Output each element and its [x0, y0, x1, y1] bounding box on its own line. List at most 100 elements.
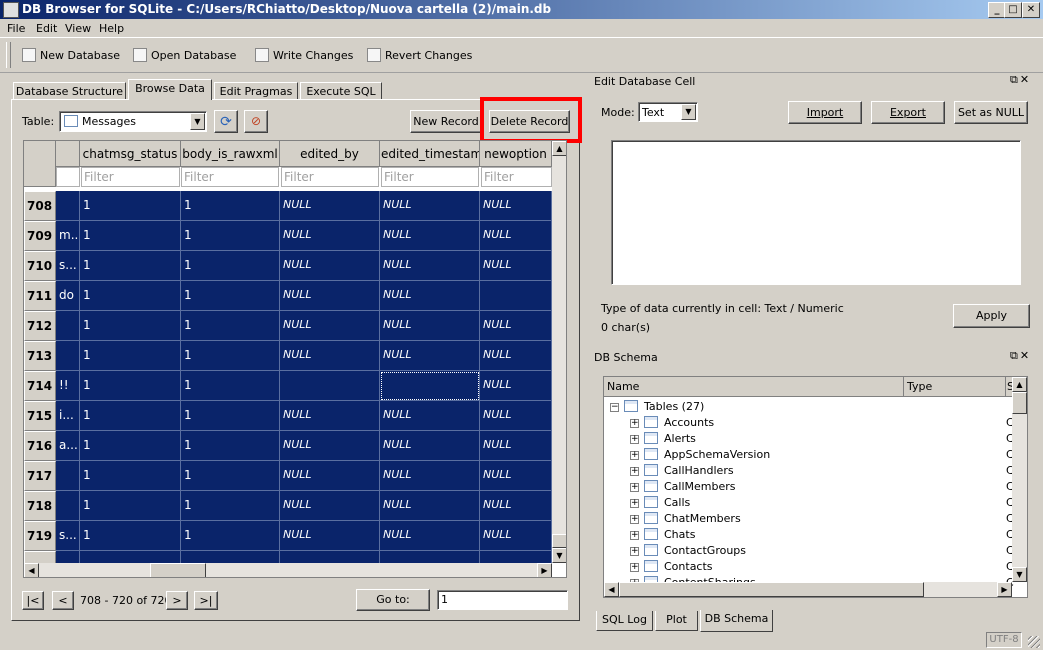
schema-table-node[interactable]: + Chats	[630, 527, 695, 543]
table-cell[interactable]: NULL	[480, 401, 552, 431]
filter-input[interactable]: Filter	[181, 167, 279, 187]
row-header[interactable]: 713	[24, 341, 56, 371]
table-cell[interactable]: 1	[80, 461, 181, 491]
tables-root-node[interactable]: − Tables (27)	[610, 399, 704, 415]
table-cell[interactable]	[56, 491, 80, 521]
data-grid[interactable]: chatmsg_status body_is_rawxml edited_by …	[23, 140, 567, 578]
schema-table-node[interactable]: + AppSchemaVersion	[630, 447, 770, 463]
filter-input[interactable]: Filter	[381, 167, 479, 187]
expand-icon[interactable]: +	[630, 547, 639, 556]
row-header[interactable]: 716	[24, 431, 56, 461]
clear-filters-button[interactable]: ⊘	[244, 110, 268, 133]
table-cell[interactable]	[56, 461, 80, 491]
row-header[interactable]: 717	[24, 461, 56, 491]
table-cell[interactable]: NULL	[480, 431, 552, 461]
row-header[interactable]: 712	[24, 311, 56, 341]
scroll-thumb[interactable]	[619, 582, 924, 597]
table-cell[interactable]: NULL	[280, 341, 380, 371]
cell-editor-textarea[interactable]	[611, 140, 1021, 285]
table-cell[interactable]: a...	[56, 431, 80, 461]
close-button[interactable]: ✕	[1022, 2, 1040, 18]
expand-icon[interactable]: +	[630, 515, 639, 524]
table-cell[interactable]	[280, 371, 380, 401]
table-cell[interactable]: NULL	[280, 251, 380, 281]
table-cell[interactable]: 1	[80, 311, 181, 341]
table-cell[interactable]: NULL	[280, 491, 380, 521]
dock-float-close-icons[interactable]: ⧉✕	[1010, 349, 1031, 363]
prev-page-button[interactable]: <	[52, 591, 74, 610]
tab-execute-sql[interactable]: Execute SQL	[300, 82, 382, 100]
table-cell[interactable]: NULL	[480, 341, 552, 371]
grid-vertical-scrollbar[interactable]: ▲ ▼	[552, 141, 566, 563]
table-cell[interactable]: m...	[56, 221, 80, 251]
scroll-thumb[interactable]	[150, 563, 206, 577]
table-cell[interactable]: NULL	[380, 221, 480, 251]
expand-icon[interactable]: +	[630, 451, 639, 460]
filter-input[interactable]: Filter	[281, 167, 379, 187]
table-cell[interactable]: NULL	[380, 491, 480, 521]
scroll-down-arrow[interactable]: ▼	[552, 548, 566, 563]
table-cell[interactable]: 1	[80, 341, 181, 371]
table-cell[interactable]: s...	[56, 251, 80, 281]
table-cell[interactable]: NULL	[280, 401, 380, 431]
table-cell[interactable]: NULL	[280, 221, 380, 251]
column-header-partial[interactable]	[56, 141, 80, 167]
filter-input[interactable]: Filter	[481, 167, 552, 187]
table-cell[interactable]: NULL	[380, 431, 480, 461]
row-header[interactable]: 718	[24, 491, 56, 521]
scroll-left-arrow[interactable]: ◀	[24, 563, 39, 577]
table-cell[interactable]: 1	[80, 491, 181, 521]
next-page-button[interactable]: >	[166, 591, 188, 610]
scroll-left-arrow[interactable]: ◀	[604, 582, 619, 597]
expand-icon[interactable]: +	[630, 499, 639, 508]
table-cell[interactable]: NULL	[480, 521, 552, 551]
table-select[interactable]: Messages ▼	[59, 111, 207, 132]
schema-vertical-scrollbar[interactable]: ▲ ▼	[1012, 377, 1027, 582]
table-cell[interactable]: NULL	[280, 311, 380, 341]
table-cell[interactable]: 1	[80, 221, 181, 251]
last-page-button[interactable]: >|	[194, 591, 218, 610]
table-cell[interactable]: NULL	[380, 461, 480, 491]
scroll-down-arrow[interactable]: ▼	[1012, 567, 1027, 582]
table-cell[interactable]: NULL	[480, 191, 552, 221]
filter-input[interactable]	[56, 167, 80, 187]
schema-table-node[interactable]: + ChatMembers	[630, 511, 741, 527]
table-cell[interactable]: 1	[181, 221, 280, 251]
chevron-down-icon[interactable]: ▼	[190, 113, 205, 130]
row-header[interactable]: 715	[24, 401, 56, 431]
scroll-thumb[interactable]	[1012, 392, 1027, 414]
row-header[interactable]: 714	[24, 371, 56, 401]
table-cell[interactable]: do	[56, 281, 80, 311]
scroll-thumb[interactable]	[552, 534, 566, 548]
table-cell[interactable]: 1	[80, 191, 181, 221]
table-cell[interactable]: 1	[80, 281, 181, 311]
scroll-right-arrow[interactable]: ▶	[997, 582, 1012, 597]
chevron-down-icon[interactable]: ▼	[681, 104, 696, 120]
table-cell[interactable]: 1	[181, 371, 280, 401]
column-header[interactable]: body_is_rawxml	[181, 141, 280, 167]
table-cell[interactable]: i...	[56, 401, 80, 431]
table-cell[interactable]: s...	[56, 521, 80, 551]
collapse-icon[interactable]: −	[610, 403, 619, 412]
scroll-up-arrow[interactable]: ▲	[552, 141, 566, 156]
row-header[interactable]: 719	[24, 521, 56, 551]
table-cell[interactable]: 1	[181, 281, 280, 311]
table-cell[interactable]: NULL	[280, 521, 380, 551]
mode-select[interactable]: Text ▼	[638, 102, 698, 122]
goto-button[interactable]: Go to:	[356, 589, 430, 611]
table-cell[interactable]: NULL	[380, 191, 480, 221]
table-cell[interactable]: 1	[181, 251, 280, 281]
table-cell[interactable]: NULL	[380, 401, 480, 431]
tab-sql-log[interactable]: SQL Log	[596, 611, 653, 631]
table-cell[interactable]: NULL	[480, 311, 552, 341]
tab-edit-pragmas[interactable]: Edit Pragmas	[214, 82, 298, 100]
schema-horizontal-scrollbar[interactable]: ◀ ▶	[604, 582, 1012, 597]
new-record-button[interactable]: New Record	[410, 110, 482, 133]
table-cell[interactable]: 1	[181, 521, 280, 551]
schema-tree[interactable]: Name Type S − Tables (27) + Accounts C + Aler…	[603, 376, 1028, 598]
table-cell[interactable]: NULL	[480, 491, 552, 521]
table-cell[interactable]: !!	[56, 371, 80, 401]
row-header[interactable]: 709	[24, 221, 56, 251]
schema-table-node[interactable]: + Accounts	[630, 415, 714, 431]
tab-browse-data[interactable]: Browse Data	[128, 79, 212, 100]
